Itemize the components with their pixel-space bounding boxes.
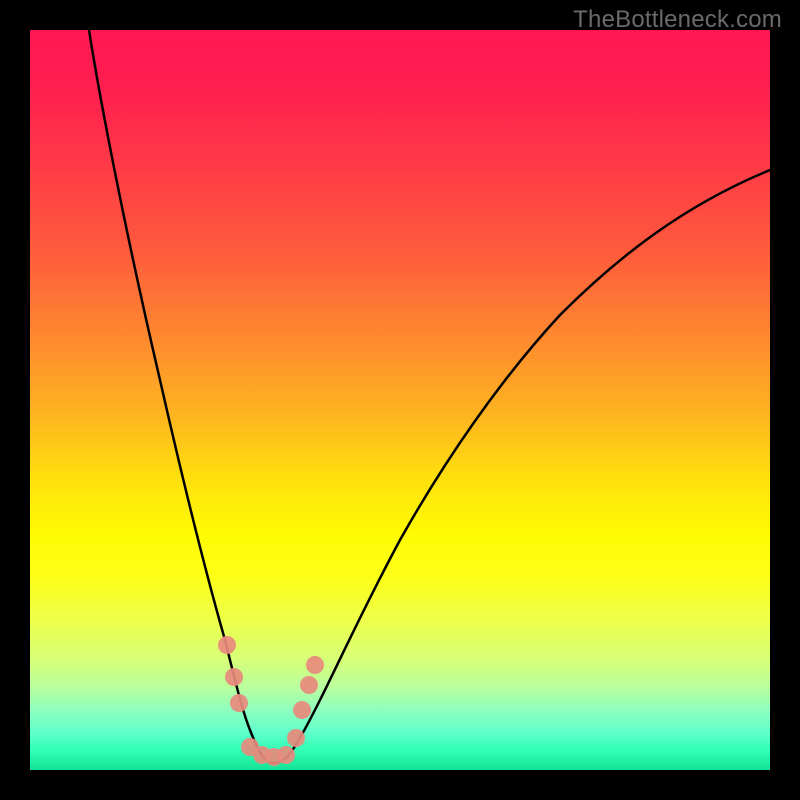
data-marker bbox=[218, 636, 236, 654]
marker-cluster bbox=[218, 636, 324, 766]
bottleneck-curve bbox=[89, 30, 770, 763]
data-marker bbox=[287, 729, 305, 747]
plot-area bbox=[30, 30, 770, 770]
watermark-text: TheBottleneck.com bbox=[573, 6, 782, 34]
data-marker bbox=[300, 676, 318, 694]
chart-frame: TheBottleneck.com bbox=[0, 0, 800, 800]
data-marker bbox=[306, 656, 324, 674]
curve-layer bbox=[30, 30, 770, 770]
data-marker bbox=[225, 668, 243, 686]
data-marker bbox=[277, 746, 295, 764]
data-marker bbox=[293, 701, 311, 719]
data-marker bbox=[230, 694, 248, 712]
